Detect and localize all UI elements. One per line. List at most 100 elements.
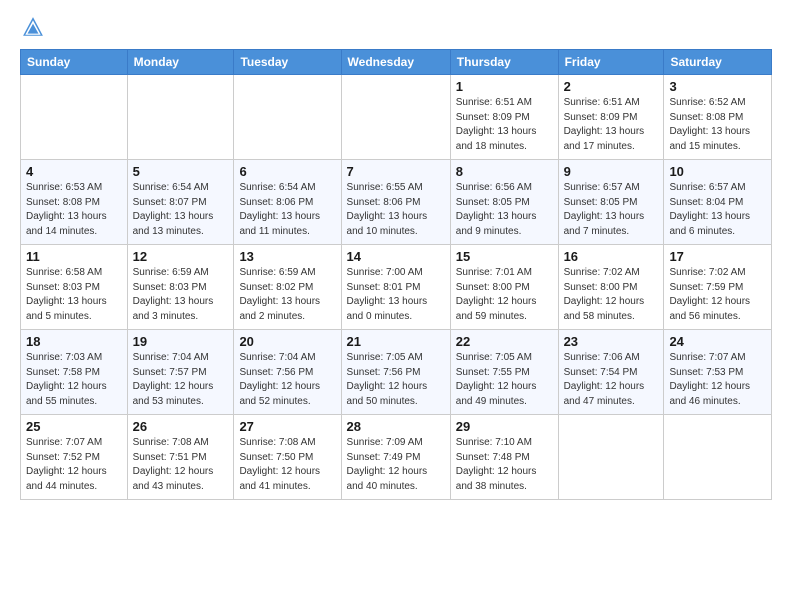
cell-4-6: 23Sunrise: 7:06 AM Sunset: 7:54 PM Dayli… <box>558 330 664 415</box>
day-detail: Sunrise: 7:10 AM Sunset: 7:48 PM Dayligh… <box>456 436 553 494</box>
day-number: 6 <box>239 164 335 179</box>
cell-5-4: 28 Sunrise: 7:09 AM Sunset: 7:49 PM Dayli… <box>341 415 450 500</box>
day-number: 2 <box>564 79 659 94</box>
cell-3-5: 15 Sunrise: 7:01 AM Sunset: 8:00 PM Dayli… <box>450 245 558 330</box>
cell-2-1: 4 Sunrise: 6:53 AM Sunset: 8:08 PM Daylig… <box>21 160 128 245</box>
day-detail: Sunrise: 7:04 AM Sunset: 7:56 PM Dayligh… <box>239 351 335 409</box>
day-number: 25 <box>26 419 122 434</box>
day-number: 10 <box>669 164 766 179</box>
cell-3-1: 11 Sunrise: 6:58 AM Sunset: 8:03 PM Dayli… <box>21 245 128 330</box>
day-number: 24 <box>669 334 766 349</box>
cell-4-2: 19 Sunrise: 7:04 AM Sunset: 7:57 PM Dayli… <box>127 330 234 415</box>
day-number: 4 <box>26 164 122 179</box>
day-number: 13 <box>239 249 335 264</box>
day-number: 18 <box>26 334 122 349</box>
cell-4-1: 18 Sunrise: 7:03 AM Sunset: 7:58 PM Dayli… <box>21 330 128 415</box>
day-number: 11 <box>26 249 122 264</box>
day-number: 20 <box>239 334 335 349</box>
cell-5-1: 25 Sunrise: 7:07 AM Sunset: 7:52 PM Dayli… <box>21 415 128 500</box>
week-row-1: 1 Sunrise: 6:51 AM Sunset: 8:09 PM Daylig… <box>21 75 772 160</box>
cell-3-6: 16 Sunrise: 7:02 AM Sunset: 8:00 PM Dayli… <box>558 245 664 330</box>
day-detail: Sunrise: 6:57 AM Sunset: 8:05 PM Dayligh… <box>564 181 659 239</box>
logo-icon <box>22 16 44 38</box>
day-detail: Sunrise: 6:58 AM Sunset: 8:03 PM Dayligh… <box>26 266 122 324</box>
day-detail: Sunrise: 6:54 AM Sunset: 8:07 PM Dayligh… <box>133 181 229 239</box>
day-detail: Sunrise: 7:02 AM Sunset: 8:00 PM Dayligh… <box>564 266 659 324</box>
day-detail: Sunrise: 7:00 AM Sunset: 8:01 PM Dayligh… <box>347 266 445 324</box>
cell-2-5: 8Sunrise: 6:56 AM Sunset: 8:05 PM Daylig… <box>450 160 558 245</box>
week-row-5: 25 Sunrise: 7:07 AM Sunset: 7:52 PM Dayli… <box>21 415 772 500</box>
cell-4-3: 20 Sunrise: 7:04 AM Sunset: 7:56 PM Dayli… <box>234 330 341 415</box>
col-header-thursday: Thursday <box>450 50 558 75</box>
week-row-4: 18 Sunrise: 7:03 AM Sunset: 7:58 PM Dayli… <box>21 330 772 415</box>
cell-4-5: 22 Sunrise: 7:05 AM Sunset: 7:55 PM Dayli… <box>450 330 558 415</box>
day-detail: Sunrise: 6:54 AM Sunset: 8:06 PM Dayligh… <box>239 181 335 239</box>
day-number: 17 <box>669 249 766 264</box>
cell-5-2: 26Sunrise: 7:08 AM Sunset: 7:51 PM Dayli… <box>127 415 234 500</box>
day-number: 12 <box>133 249 229 264</box>
day-number: 5 <box>133 164 229 179</box>
day-detail: Sunrise: 6:51 AM Sunset: 8:09 PM Dayligh… <box>564 96 659 154</box>
cell-1-5: 1 Sunrise: 6:51 AM Sunset: 8:09 PM Daylig… <box>450 75 558 160</box>
day-detail: Sunrise: 6:56 AM Sunset: 8:05 PM Dayligh… <box>456 181 553 239</box>
cell-3-2: 12 Sunrise: 6:59 AM Sunset: 8:03 PM Dayli… <box>127 245 234 330</box>
day-detail: Sunrise: 7:03 AM Sunset: 7:58 PM Dayligh… <box>26 351 122 409</box>
cell-2-3: 6 Sunrise: 6:54 AM Sunset: 8:06 PM Daylig… <box>234 160 341 245</box>
col-header-friday: Friday <box>558 50 664 75</box>
logo <box>20 16 44 43</box>
day-detail: Sunrise: 7:05 AM Sunset: 7:56 PM Dayligh… <box>347 351 445 409</box>
col-header-sunday: Sunday <box>21 50 128 75</box>
col-header-wednesday: Wednesday <box>341 50 450 75</box>
day-number: 1 <box>456 79 553 94</box>
day-number: 9 <box>564 164 659 179</box>
day-detail: Sunrise: 7:06 AM Sunset: 7:54 PM Dayligh… <box>564 351 659 409</box>
cell-2-4: 7Sunrise: 6:55 AM Sunset: 8:06 PM Daylig… <box>341 160 450 245</box>
cell-3-4: 14Sunrise: 7:00 AM Sunset: 8:01 PM Dayli… <box>341 245 450 330</box>
day-detail: Sunrise: 7:07 AM Sunset: 7:53 PM Dayligh… <box>669 351 766 409</box>
day-detail: Sunrise: 7:08 AM Sunset: 7:51 PM Dayligh… <box>133 436 229 494</box>
week-row-2: 4 Sunrise: 6:53 AM Sunset: 8:08 PM Daylig… <box>21 160 772 245</box>
day-number: 16 <box>564 249 659 264</box>
day-number: 21 <box>347 334 445 349</box>
col-header-tuesday: Tuesday <box>234 50 341 75</box>
col-header-monday: Monday <box>127 50 234 75</box>
day-detail: Sunrise: 7:05 AM Sunset: 7:55 PM Dayligh… <box>456 351 553 409</box>
header-row: SundayMondayTuesdayWednesdayThursdayFrid… <box>21 50 772 75</box>
day-number: 22 <box>456 334 553 349</box>
day-detail: Sunrise: 6:51 AM Sunset: 8:09 PM Dayligh… <box>456 96 553 154</box>
cell-5-5: 29 Sunrise: 7:10 AM Sunset: 7:48 PM Dayli… <box>450 415 558 500</box>
cell-1-1 <box>21 75 128 160</box>
cell-3-3: 13 Sunrise: 6:59 AM Sunset: 8:02 PM Dayli… <box>234 245 341 330</box>
day-detail: Sunrise: 6:55 AM Sunset: 8:06 PM Dayligh… <box>347 181 445 239</box>
cell-4-7: 24 Sunrise: 7:07 AM Sunset: 7:53 PM Dayli… <box>664 330 772 415</box>
day-detail: Sunrise: 6:53 AM Sunset: 8:08 PM Dayligh… <box>26 181 122 239</box>
cell-3-7: 17 Sunrise: 7:02 AM Sunset: 7:59 PM Dayli… <box>664 245 772 330</box>
cell-5-6 <box>558 415 664 500</box>
calendar-table: SundayMondayTuesdayWednesdayThursdayFrid… <box>20 49 772 500</box>
cell-1-3 <box>234 75 341 160</box>
day-detail: Sunrise: 7:04 AM Sunset: 7:57 PM Dayligh… <box>133 351 229 409</box>
day-detail: Sunrise: 7:01 AM Sunset: 8:00 PM Dayligh… <box>456 266 553 324</box>
day-number: 28 <box>347 419 445 434</box>
day-detail: Sunrise: 6:57 AM Sunset: 8:04 PM Dayligh… <box>669 181 766 239</box>
cell-2-6: 9 Sunrise: 6:57 AM Sunset: 8:05 PM Daylig… <box>558 160 664 245</box>
cell-5-3: 27 Sunrise: 7:08 AM Sunset: 7:50 PM Dayli… <box>234 415 341 500</box>
day-detail: Sunrise: 7:07 AM Sunset: 7:52 PM Dayligh… <box>26 436 122 494</box>
day-detail: Sunrise: 6:52 AM Sunset: 8:08 PM Dayligh… <box>669 96 766 154</box>
day-number: 29 <box>456 419 553 434</box>
day-number: 19 <box>133 334 229 349</box>
col-header-saturday: Saturday <box>664 50 772 75</box>
header <box>20 16 772 43</box>
cell-2-7: 10 Sunrise: 6:57 AM Sunset: 8:04 PM Dayli… <box>664 160 772 245</box>
day-detail: Sunrise: 6:59 AM Sunset: 8:03 PM Dayligh… <box>133 266 229 324</box>
day-detail: Sunrise: 6:59 AM Sunset: 8:02 PM Dayligh… <box>239 266 335 324</box>
day-detail: Sunrise: 7:02 AM Sunset: 7:59 PM Dayligh… <box>669 266 766 324</box>
day-number: 27 <box>239 419 335 434</box>
cell-5-7 <box>664 415 772 500</box>
day-detail: Sunrise: 7:08 AM Sunset: 7:50 PM Dayligh… <box>239 436 335 494</box>
day-detail: Sunrise: 7:09 AM Sunset: 7:49 PM Dayligh… <box>347 436 445 494</box>
cell-4-4: 21 Sunrise: 7:05 AM Sunset: 7:56 PM Dayli… <box>341 330 450 415</box>
cell-1-7: 3Sunrise: 6:52 AM Sunset: 8:08 PM Daylig… <box>664 75 772 160</box>
day-number: 15 <box>456 249 553 264</box>
cell-1-2 <box>127 75 234 160</box>
